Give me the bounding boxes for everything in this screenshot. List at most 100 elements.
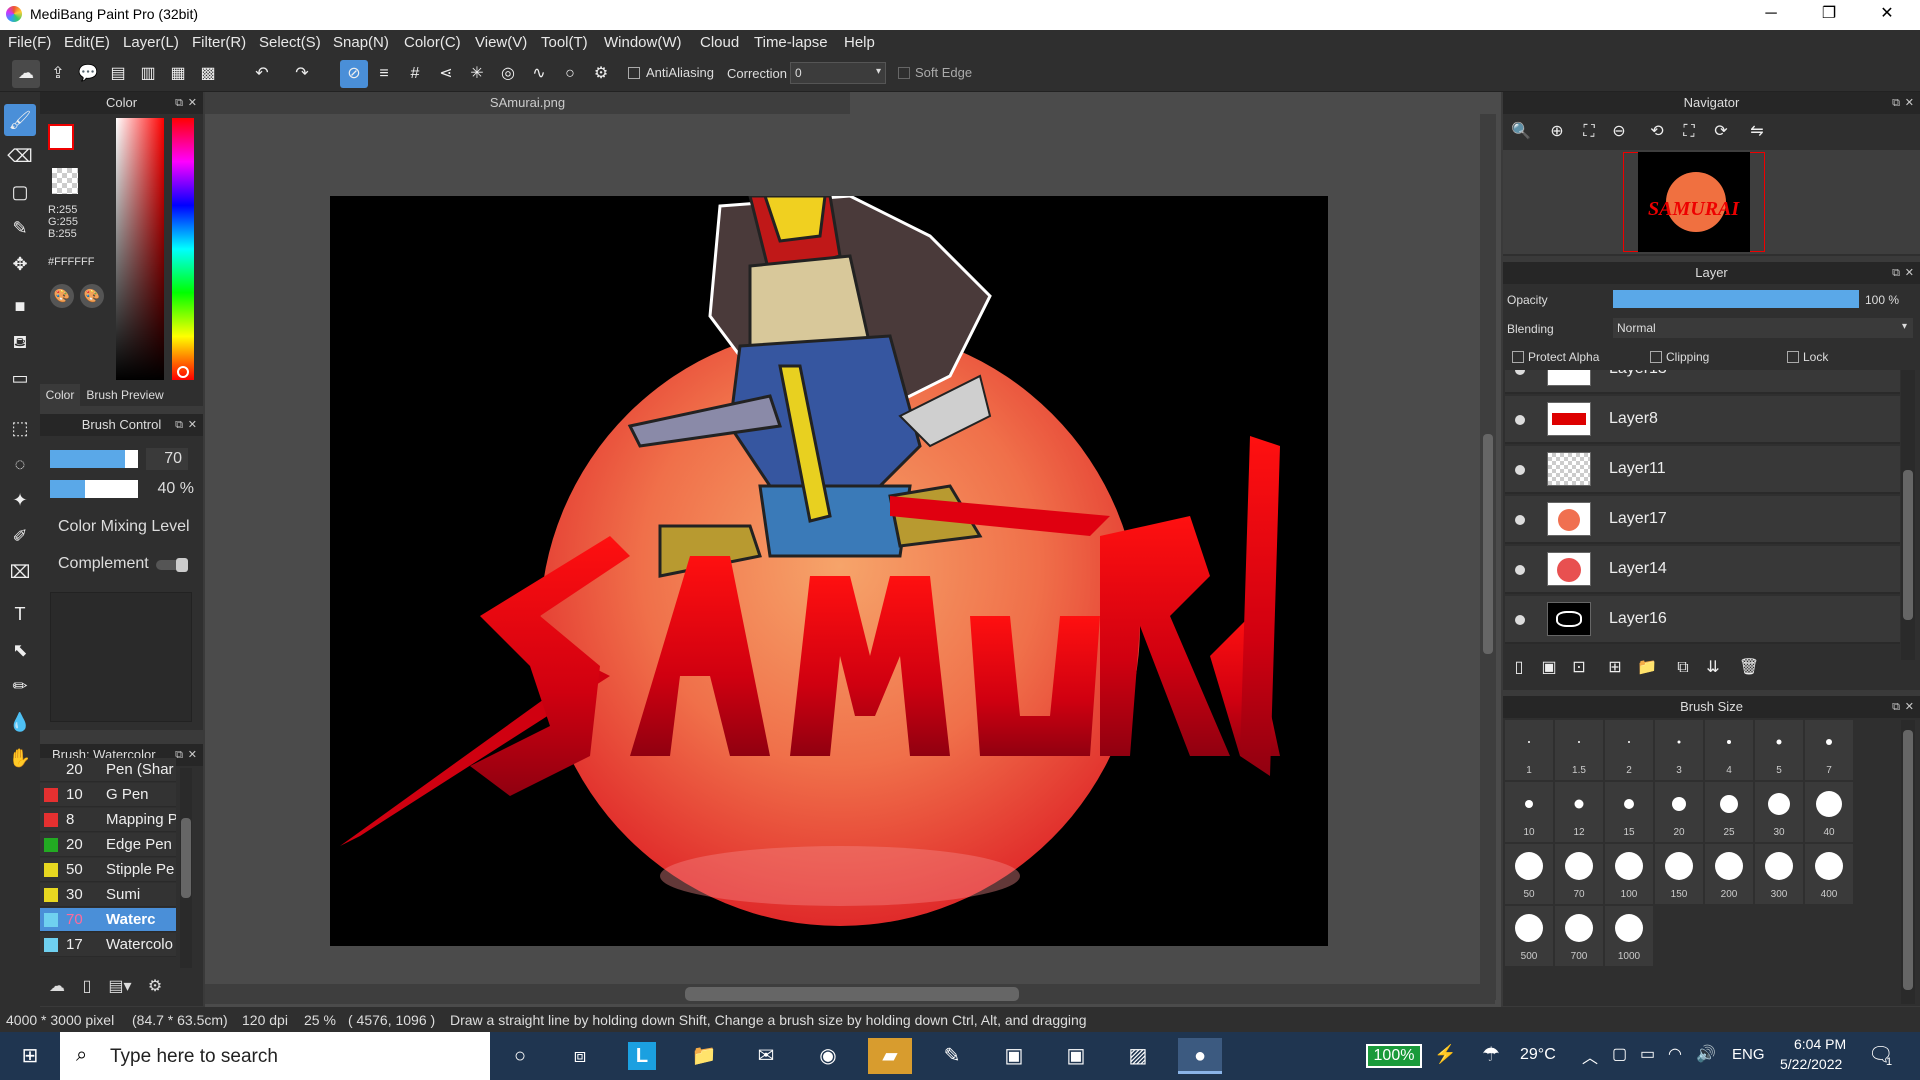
l-app-icon[interactable]: L <box>620 1038 664 1074</box>
brush-size-option[interactable]: 50 <box>1505 844 1553 904</box>
brush-size-option[interactable]: 1 <box>1505 720 1553 780</box>
flip-icon[interactable]: ⇋ <box>1743 118 1771 146</box>
brush-size-option[interactable]: 20 <box>1655 782 1703 842</box>
tab-brush-preview[interactable]: Brush Preview <box>82 384 168 406</box>
soft-edge-checkbox[interactable] <box>898 67 910 79</box>
battery-icon[interactable]: ▭ <box>1640 1044 1655 1064</box>
menu-edit[interactable]: Edit(E) <box>64 34 110 51</box>
antialiasing-checkbox[interactable] <box>628 67 640 79</box>
brush-size-option[interactable]: 30 <box>1755 782 1803 842</box>
vanishing-point-icon[interactable]: ⋖ <box>432 60 460 88</box>
brush-size-option[interactable]: 150 <box>1655 844 1703 904</box>
circle-snap-icon[interactable]: ◎ <box>494 60 522 88</box>
canvas-horizontal-scrollbar[interactable] <box>205 984 1495 1004</box>
complement-toggle[interactable] <box>156 558 188 572</box>
wifi-icon[interactable]: ◠ <box>1668 1044 1682 1064</box>
clock-date[interactable]: 5/22/2022 <box>1780 1056 1842 1072</box>
battery-indicator[interactable]: 100% <box>1366 1044 1422 1068</box>
canvas-v-scroll-thumb[interactable] <box>1483 434 1493 654</box>
layer-row[interactable]: Layer13 <box>1505 370 1900 394</box>
pencil-app-icon[interactable]: ✎ <box>930 1038 974 1074</box>
undo-icon[interactable]: ↶ <box>248 60 276 88</box>
brush-size-option[interactable]: 1.5 <box>1555 720 1603 780</box>
eyedropper-icon[interactable]: 💧 <box>4 706 36 738</box>
brush-list-scroll-thumb[interactable] <box>181 818 191 898</box>
protect-alpha-checkbox[interactable] <box>1512 351 1524 363</box>
brush-list-item[interactable]: 30 Sumi <box>40 883 176 907</box>
gradient-tool-icon[interactable]: ▭ <box>4 362 36 394</box>
new-brush-icon[interactable]: ▯ <box>76 976 98 998</box>
close-icon[interactable]: ✕ <box>188 414 197 436</box>
visibility-icon[interactable] <box>1515 465 1525 475</box>
merge-layer-icon[interactable]: ⇊ <box>1699 654 1727 682</box>
brush-size-scrollbar[interactable] <box>1901 720 1915 1004</box>
weather-temp[interactable]: 29°C <box>1520 1046 1556 1064</box>
page-icon[interactable]: ▥ <box>134 60 162 88</box>
layer-row[interactable]: Layer8 <box>1505 396 1900 444</box>
window-app-icon[interactable]: ▣ <box>992 1038 1036 1074</box>
weather-icon[interactable]: ☂ <box>1482 1042 1500 1067</box>
brush-size-option[interactable]: 300 <box>1755 844 1803 904</box>
brush-settings-icon[interactable]: ⚙ <box>144 976 166 998</box>
layer-scrollbar[interactable] <box>1901 370 1915 660</box>
comment-icon[interactable]: 💬 <box>74 60 102 88</box>
visibility-icon[interactable] <box>1515 415 1525 425</box>
brush-list-item[interactable]: 20 Edge Pen <box>40 833 176 857</box>
menu-layer[interactable]: Layer(L) <box>123 34 179 51</box>
navigator-preview[interactable]: SAMURAI <box>1503 150 1920 254</box>
brush-size-option[interactable]: 70 <box>1555 844 1603 904</box>
visibility-icon[interactable] <box>1515 370 1525 375</box>
brush-list-item[interactable]: 20 Pen (Shar <box>40 758 176 782</box>
canvas-h-scroll-thumb[interactable] <box>685 987 1019 1001</box>
windows-start-icon[interactable]: ⊞ <box>8 1038 52 1074</box>
visibility-icon[interactable] <box>1515 615 1525 625</box>
brush-size-option[interactable]: 700 <box>1555 906 1603 966</box>
menu-window[interactable]: Window(W) <box>604 34 682 51</box>
menu-cloud[interactable]: Cloud <box>700 34 739 51</box>
menu-select[interactable]: Select(S) <box>259 34 321 51</box>
zoom-in-icon[interactable]: 🔍 <box>1507 118 1535 146</box>
canvas-vertical-scrollbar[interactable] <box>1480 114 1496 1000</box>
parallel-snap-icon[interactable]: ≡ <box>370 60 398 88</box>
brush-size-scroll-thumb[interactable] <box>1903 730 1913 990</box>
artboard[interactable] <box>330 196 1328 946</box>
palette-icon[interactable]: 🎨 <box>50 284 74 308</box>
window-app-icon-2[interactable]: ▣ <box>1054 1038 1098 1074</box>
layer-scroll-thumb[interactable] <box>1903 470 1913 620</box>
brush-size-option[interactable]: 400 <box>1805 844 1853 904</box>
cortana-icon[interactable]: ○ <box>498 1038 542 1074</box>
operation-tool-icon[interactable]: ⬉ <box>4 634 36 666</box>
brush-size-option[interactable]: 40 <box>1805 782 1853 842</box>
divide-tool-icon[interactable]: ✏ <box>4 670 36 702</box>
close-icon[interactable]: ✕ <box>188 92 197 114</box>
brush-list-item[interactable]: 50 Stipple Pe <box>40 858 176 882</box>
trash-icon[interactable]: 🗑 <box>1735 654 1763 682</box>
zoom-plus-icon[interactable]: ⊕ <box>1543 118 1571 146</box>
palette-add-icon[interactable]: 🎨 <box>80 284 104 308</box>
file-explorer-icon[interactable]: 📁 <box>682 1038 726 1074</box>
saturation-value-picker[interactable] <box>116 118 164 380</box>
select-pen-icon[interactable]: ✐ <box>4 520 36 552</box>
close-icon[interactable]: ✕ <box>1905 696 1914 718</box>
menu-color[interactable]: Color(C) <box>404 34 461 51</box>
menu-file[interactable]: File(F) <box>8 34 51 51</box>
brush-size-option[interactable]: 4 <box>1705 720 1753 780</box>
move-tool-icon[interactable]: ✥ <box>4 248 36 280</box>
brush-size-option[interactable]: 7 <box>1805 720 1853 780</box>
fill-shape-icon[interactable]: ■ <box>4 290 36 322</box>
fit-icon[interactable]: ⛶ <box>1575 118 1603 146</box>
menu-snap[interactable]: Snap(N) <box>333 34 389 51</box>
dot-tool-icon[interactable]: ▢ <box>4 176 36 208</box>
brush-size-value[interactable]: 70 <box>146 448 188 470</box>
language-indicator[interactable]: ENG <box>1732 1046 1765 1063</box>
brush-size-option[interactable]: 15 <box>1605 782 1653 842</box>
crisscross-snap-icon[interactable]: # <box>401 60 429 88</box>
brush-opacity-slider[interactable] <box>50 480 138 498</box>
add-brush-icon[interactable]: ▤▾ <box>106 976 134 998</box>
brush-size-option[interactable]: 5 <box>1755 720 1803 780</box>
text-tool-icon[interactable]: T <box>4 598 36 630</box>
brush-list-item[interactable]: 17 Watercolo <box>40 933 176 957</box>
layer-row[interactable]: Layer17 <box>1505 496 1900 544</box>
grid-icon[interactable]: ▩ <box>194 60 222 88</box>
visibility-icon[interactable] <box>1515 565 1525 575</box>
